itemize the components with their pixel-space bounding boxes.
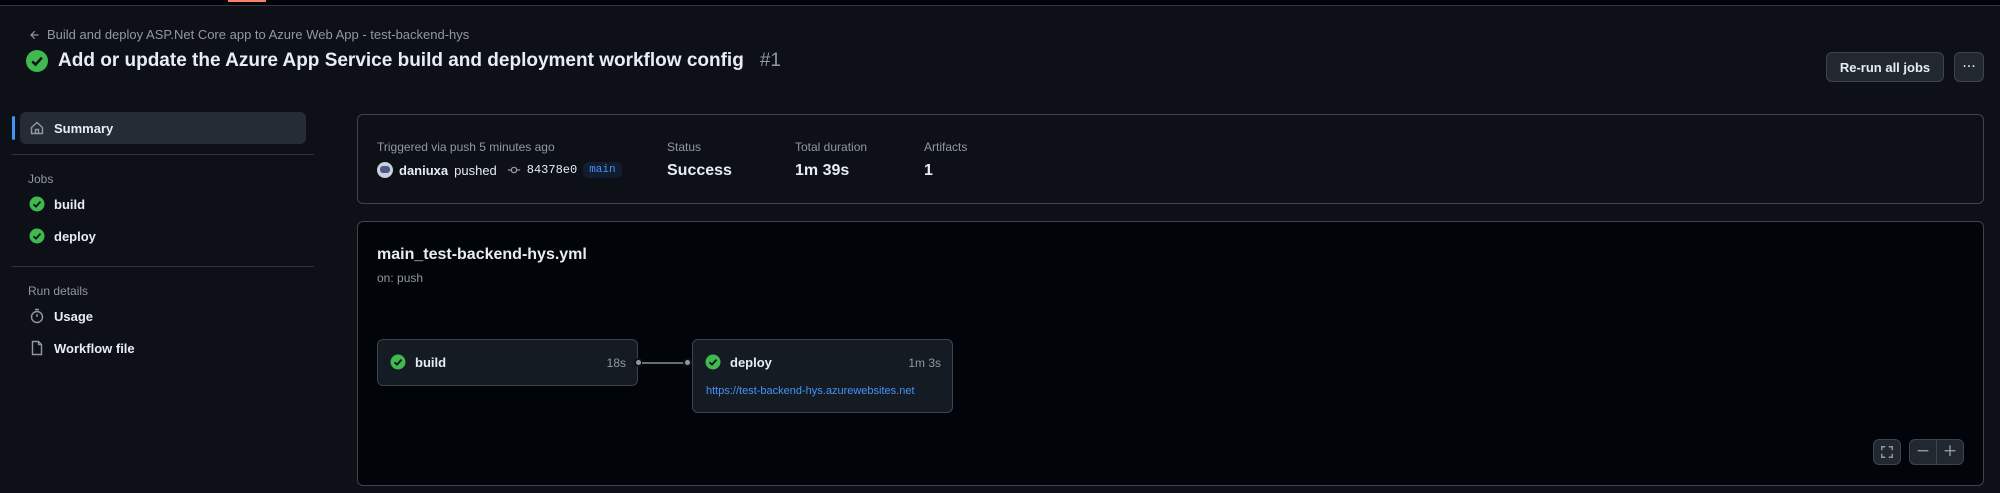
zoom-in-button[interactable]: + bbox=[1936, 439, 1964, 465]
duration-label: Total duration bbox=[795, 140, 868, 154]
success-check-icon bbox=[390, 354, 406, 370]
zoom-out-button[interactable]: − bbox=[1909, 439, 1937, 465]
deployment-url-link[interactable]: https://test-backend-hys.azurewebsites.n… bbox=[706, 385, 915, 397]
fullscreen-icon bbox=[1881, 446, 1893, 458]
action-text: pushed bbox=[454, 162, 497, 178]
actor-link[interactable]: daniuxa bbox=[399, 163, 448, 178]
home-icon bbox=[30, 121, 44, 135]
jobs-heading: Jobs bbox=[28, 172, 54, 186]
success-check-icon bbox=[26, 50, 48, 72]
sidebar-item-build[interactable]: build bbox=[20, 188, 306, 220]
back-link-label: Build and deploy ASP.Net Core app to Azu… bbox=[47, 27, 470, 42]
sidebar-item-summary[interactable]: Summary bbox=[20, 112, 306, 144]
more-options-button[interactable]: ··· bbox=[1954, 52, 1984, 82]
job-name: deploy bbox=[730, 355, 772, 370]
status-value: Success bbox=[667, 162, 732, 179]
back-to-workflow-link[interactable]: Build and deploy ASP.Net Core app to Azu… bbox=[28, 27, 469, 42]
artifacts-label: Artifacts bbox=[924, 140, 968, 154]
success-check-icon bbox=[705, 354, 721, 370]
fullscreen-button[interactable] bbox=[1873, 439, 1901, 465]
trigger-details: daniuxa pushed 84378e0 main bbox=[377, 162, 622, 178]
tab-underline bbox=[228, 0, 266, 2]
job-duration: 18s bbox=[606, 356, 626, 370]
run-summary-card: Triggered via push 5 minutes ago daniuxa… bbox=[357, 114, 1984, 204]
job-node-build[interactable]: build 18s bbox=[377, 339, 638, 386]
success-check-icon bbox=[29, 196, 45, 212]
stopwatch-icon bbox=[30, 308, 44, 324]
job-connector-line bbox=[642, 362, 685, 364]
trigger-label: Triggered via push 5 minutes ago bbox=[377, 140, 555, 154]
avatar[interactable] bbox=[377, 162, 393, 178]
run-title-row: Add or update the Azure App Service buil… bbox=[26, 50, 781, 72]
sidebar-item-usage[interactable]: Usage bbox=[20, 300, 306, 332]
duration-value: 1m 39s bbox=[795, 162, 850, 179]
run-details-heading: Run details bbox=[28, 284, 89, 298]
commit-sha-link[interactable]: 84378e0 bbox=[527, 163, 577, 177]
workflow-file-name: main_test-backend-hys.yml bbox=[377, 246, 587, 263]
run-number: #1 bbox=[759, 50, 781, 71]
sidebar-item-label: Workflow file bbox=[54, 340, 135, 356]
job-name: build bbox=[415, 355, 447, 370]
sidebar-item-label: Summary bbox=[54, 120, 114, 136]
arrow-left-icon bbox=[30, 30, 39, 39]
sidebar-divider bbox=[12, 154, 314, 155]
success-check-icon bbox=[29, 228, 45, 244]
sidebar-item-deploy[interactable]: deploy bbox=[20, 220, 306, 252]
sidebar-item-label: Usage bbox=[54, 308, 94, 324]
branch-badge[interactable]: main bbox=[583, 162, 622, 178]
status-label: Status bbox=[667, 140, 702, 154]
file-icon bbox=[31, 340, 43, 356]
top-bar bbox=[0, 0, 2000, 6]
run-title: Add or update the Azure App Service buil… bbox=[58, 50, 744, 71]
rerun-all-jobs-button[interactable]: Re-run all jobs bbox=[1826, 52, 1944, 82]
active-indicator bbox=[12, 116, 15, 140]
workflow-graph-card: main_test-backend-hys.yml on: push build… bbox=[357, 221, 1984, 486]
job-node-deploy[interactable]: deploy 1m 3s https://test-backend-hys.az… bbox=[692, 339, 953, 413]
sidebar-divider bbox=[12, 266, 314, 267]
artifacts-count[interactable]: 1 bbox=[924, 162, 933, 180]
workflow-trigger: on: push bbox=[377, 271, 424, 285]
sidebar-item-label: build bbox=[54, 196, 86, 212]
sidebar-item-workflow-file[interactable]: Workflow file bbox=[20, 332, 306, 364]
sidebar-item-label: deploy bbox=[54, 228, 96, 244]
job-duration: 1m 3s bbox=[908, 356, 941, 370]
connector-dot-in bbox=[683, 358, 692, 367]
commit-icon bbox=[507, 166, 520, 174]
